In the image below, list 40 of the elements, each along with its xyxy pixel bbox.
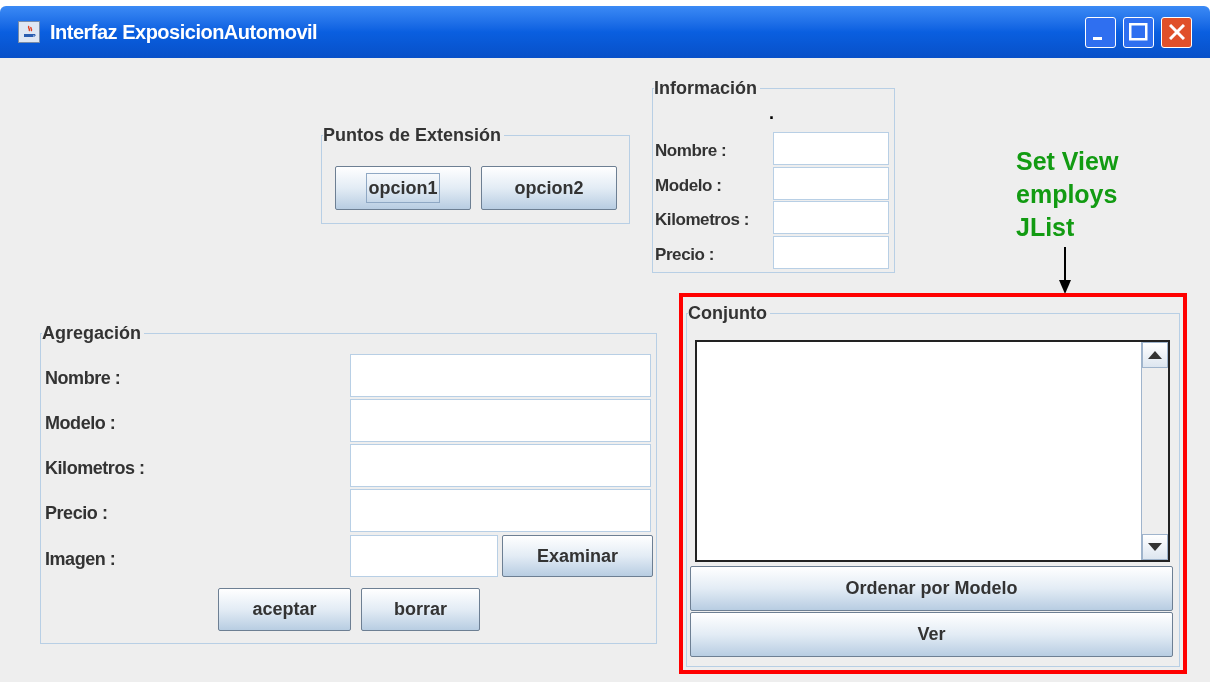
maximize-icon — [1129, 23, 1148, 41]
input-field[interactable] — [350, 399, 651, 442]
clear-button[interactable]: borrar — [361, 588, 480, 631]
list-box[interactable] — [695, 340, 1170, 562]
field-label: Imagen : — [45, 548, 116, 571]
input-field[interactable] — [350, 489, 651, 532]
field-label: Modelo : — [45, 412, 116, 435]
scrollbar[interactable] — [1141, 342, 1168, 560]
view-button[interactable]: Ver — [690, 612, 1173, 657]
input-field[interactable] — [773, 201, 889, 234]
window-title: Interfaz ExposicionAutomovil — [50, 20, 318, 45]
minimize-button[interactable] — [1085, 16, 1116, 48]
annotation-text: Set View — [1016, 146, 1119, 177]
field-label: Modelo : — [655, 174, 722, 197]
field-label: Precio : — [45, 502, 108, 525]
close-icon — [1168, 24, 1185, 40]
option-button[interactable]: opcion1 — [335, 166, 471, 210]
browse-button[interactable]: Examinar — [502, 535, 653, 577]
input-field[interactable] — [773, 166, 889, 200]
close-button[interactable] — [1161, 16, 1192, 48]
minimize-icon — [1093, 36, 1102, 40]
input-field[interactable] — [773, 235, 889, 269]
input-field[interactable] — [350, 354, 651, 397]
accept-button[interactable]: aceptar — [218, 588, 351, 631]
field-label: Kilometros : — [45, 457, 145, 480]
sort-button[interactable]: Ordenar por Modelo — [690, 566, 1173, 611]
annotation-arrow — [1058, 247, 1072, 294]
field-label: Precio : — [655, 243, 714, 266]
option-button[interactable]: opcion2 — [481, 166, 617, 210]
annotation-text: employs — [1016, 179, 1118, 210]
annotation-text: JList — [1016, 212, 1075, 243]
field-label: Nombre : — [655, 140, 727, 162]
field-label: Kilometros : — [655, 209, 750, 231]
input-field[interactable] — [350, 444, 651, 487]
input-field[interactable] — [773, 132, 889, 165]
java-app-icon — [18, 21, 40, 43]
dot-marker: . — [769, 104, 774, 122]
input-field[interactable] — [350, 535, 498, 577]
maximize-button[interactable] — [1123, 16, 1154, 48]
field-label: Nombre : — [45, 367, 121, 390]
